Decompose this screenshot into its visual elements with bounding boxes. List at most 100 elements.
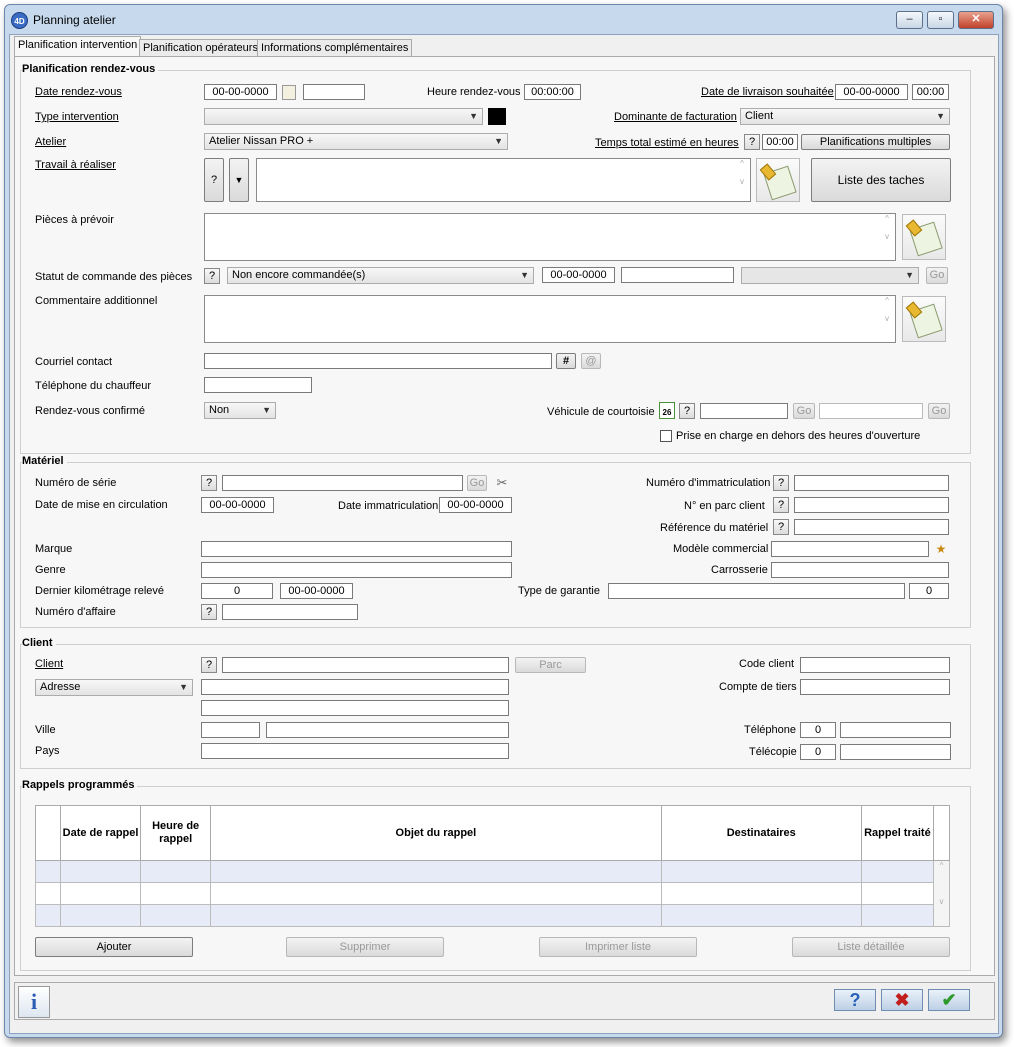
garantie-value-field[interactable]: 0 <box>909 583 949 599</box>
compte-tiers-field[interactable] <box>800 679 950 695</box>
table-row[interactable]: ^ v <box>34 860 951 927</box>
affaire-help-button[interactable]: ? <box>201 604 217 620</box>
ajouter-button[interactable]: Ajouter <box>35 937 193 957</box>
col-heure-rappel[interactable]: Heure de rappel <box>140 805 212 861</box>
cancel-button[interactable]: ✖ <box>881 989 923 1011</box>
notepad-icon[interactable] <box>282 85 296 100</box>
numero-affaire-field[interactable] <box>222 604 358 620</box>
col-rappel-traite[interactable]: Rappel traité <box>860 805 934 861</box>
livraison-date-field[interactable]: 00-00-0000 <box>835 84 908 100</box>
table-row[interactable] <box>34 904 950 927</box>
parc-help-button[interactable]: ? <box>773 497 789 513</box>
scrollbar[interactable]: ^ v <box>932 860 951 927</box>
telephone-chauffeur-field[interactable] <box>204 377 312 393</box>
statut-reference-field[interactable] <box>621 267 734 283</box>
edit-notes-icon[interactable] <box>902 296 946 342</box>
courriel-field[interactable] <box>204 353 552 369</box>
telephone-prefix-field[interactable]: 0 <box>800 722 836 738</box>
temps-help-button[interactable]: ? <box>744 134 760 150</box>
scrollbar[interactable]: ^ v <box>879 296 895 342</box>
telecopie-field[interactable] <box>840 744 951 760</box>
code-client-field[interactable] <box>800 657 950 673</box>
col-destinataires[interactable]: Destinataires <box>660 805 862 861</box>
color-swatch[interactable] <box>488 108 506 125</box>
adresse-line1-field[interactable] <box>201 679 509 695</box>
travail-menu-button[interactable]: ▼ <box>229 158 249 202</box>
immat-help-button[interactable]: ? <box>773 475 789 491</box>
temps-total-field[interactable]: 00:00 <box>762 134 798 150</box>
parc-client-field[interactable] <box>794 497 949 513</box>
telephone-field[interactable] <box>840 722 951 738</box>
liste-taches-button[interactable]: Liste des taches <box>811 158 951 202</box>
reference-materiel-field[interactable] <box>794 519 949 535</box>
courtoisie-help-button[interactable]: ? <box>679 403 695 419</box>
date-rdv-field[interactable]: 00-00-0000 <box>204 84 277 100</box>
marque-field[interactable] <box>201 541 512 557</box>
client-field[interactable] <box>222 657 509 673</box>
kilometrage-field[interactable]: 0 <box>201 583 273 599</box>
parc-button[interactable]: Parc <box>515 657 586 673</box>
telecopie-prefix-field[interactable]: 0 <box>800 744 836 760</box>
scrollbar[interactable]: ^ v <box>879 214 895 260</box>
serie-go-button[interactable]: Go <box>467 475 487 491</box>
edit-notes-icon[interactable] <box>902 214 946 260</box>
garantie-field[interactable] <box>608 583 905 599</box>
statut-go-button[interactable]: Go <box>926 267 948 284</box>
tab-informations-complementaires[interactable]: Informations complémentaires <box>257 39 413 57</box>
travail-textarea[interactable]: ^ v <box>256 158 751 202</box>
genre-field[interactable] <box>201 562 512 578</box>
planifications-multiples-button[interactable]: Planifications multiples <box>801 134 950 150</box>
col-objet-rappel[interactable]: Objet du rappel <box>210 805 662 861</box>
help-button[interactable]: ? <box>834 989 876 1011</box>
commentaire-textarea[interactable]: ^ v <box>204 295 896 343</box>
calendar-icon[interactable]: 26 <box>659 402 675 419</box>
client-help-button[interactable]: ? <box>201 657 217 673</box>
edit-notes-icon[interactable] <box>756 158 800 202</box>
courtoisie-go-button[interactable]: Go <box>793 403 815 419</box>
maximize-button[interactable]: ▫ <box>927 11 954 29</box>
supprimer-button[interactable]: Supprimer <box>286 937 444 957</box>
immatriculation-field[interactable] <box>794 475 949 491</box>
atelier-select[interactable]: Atelier Nissan PRO + ▼ <box>204 133 508 150</box>
adresse-select[interactable]: Adresse ▼ <box>35 679 193 696</box>
tab-planification-operateurs[interactable]: Planification opérateurs <box>139 39 262 57</box>
date-rdv-extra-field[interactable] <box>303 84 365 100</box>
carrosserie-field[interactable] <box>771 562 949 578</box>
date-immat-field[interactable]: 00-00-0000 <box>439 497 512 513</box>
tab-planification-intervention[interactable]: Planification intervention <box>14 36 142 57</box>
statut-extra-select[interactable]: ▼ <box>741 267 919 284</box>
hash-button[interactable]: # <box>556 353 576 369</box>
modele-field[interactable] <box>771 541 929 557</box>
pieces-textarea[interactable]: ^ v <box>204 213 896 261</box>
liste-detaillee-button[interactable]: Liste détaillée <box>792 937 950 957</box>
courtoisie-field[interactable] <box>700 403 788 419</box>
close-button[interactable]: ✕ <box>958 11 994 29</box>
statut-date-field[interactable]: 00-00-0000 <box>542 267 615 283</box>
livraison-heure-field[interactable]: 00:00 <box>912 84 949 100</box>
star-icon[interactable]: ★ <box>934 542 948 556</box>
travail-help-button[interactable]: ? <box>204 158 224 202</box>
tools-icon[interactable]: ✂ <box>493 475 511 491</box>
numero-serie-field[interactable] <box>222 475 463 491</box>
imprimer-liste-button[interactable]: Imprimer liste <box>539 937 697 957</box>
scrollbar[interactable]: ^ v <box>734 159 750 201</box>
info-icon[interactable]: i <box>18 986 50 1018</box>
type-intervention-select[interactable]: ▼ <box>204 108 483 125</box>
serie-help-button[interactable]: ? <box>201 475 217 491</box>
reference-help-button[interactable]: ? <box>773 519 789 535</box>
code-postal-field[interactable] <box>201 722 260 738</box>
mise-circulation-field[interactable]: 00-00-0000 <box>201 497 274 513</box>
dominante-select[interactable]: Client ▼ <box>740 108 950 125</box>
validate-button[interactable]: ✔ <box>928 989 970 1011</box>
heure-rdv-field[interactable]: 00:00:00 <box>524 84 581 100</box>
kilometrage-date-field[interactable]: 00-00-0000 <box>280 583 353 599</box>
prise-en-charge-checkbox[interactable] <box>660 430 672 442</box>
courtoisie-go2-button[interactable]: Go <box>928 403 950 419</box>
courtoisie-extra-field[interactable] <box>819 403 923 419</box>
col-date-rappel[interactable]: Date de rappel <box>60 805 142 861</box>
statut-help-button[interactable]: ? <box>204 268 220 284</box>
table-row[interactable] <box>34 882 950 905</box>
adresse-line2-field[interactable] <box>201 700 509 716</box>
rdv-confirme-select[interactable]: Non ▼ <box>204 402 276 419</box>
ville-field[interactable] <box>266 722 509 738</box>
